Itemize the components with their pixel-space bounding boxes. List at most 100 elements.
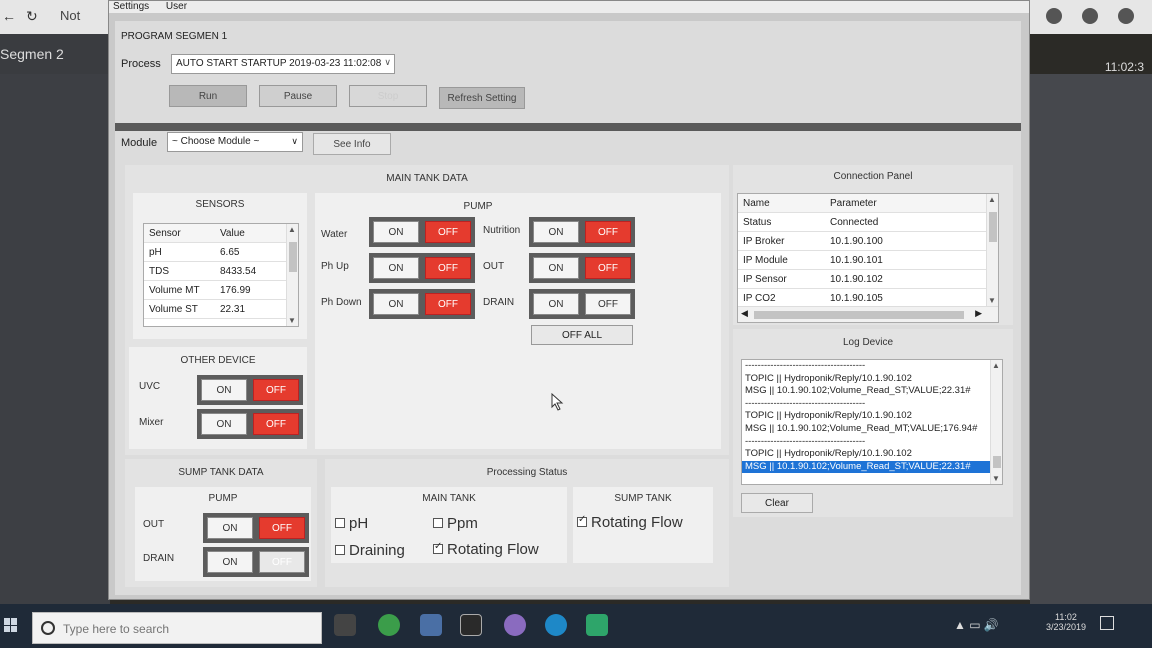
sump-rotating-flow-label: Rotating Flow xyxy=(591,514,683,531)
mixer-off-button[interactable]: OFF xyxy=(253,413,299,435)
uvc-off-button[interactable]: OFF xyxy=(253,379,299,401)
header-sensor: Sensor xyxy=(149,227,181,239)
water-on-button[interactable]: ON xyxy=(373,221,419,243)
ppm-checkbox[interactable]: Ppm xyxy=(433,515,478,532)
background-clock: 11:02:3 xyxy=(1104,60,1144,74)
scroll-thumb[interactable] xyxy=(289,242,297,272)
sump-drain-on-button[interactable]: ON xyxy=(207,551,253,573)
param-value: 10.1.90.100 xyxy=(830,235,883,247)
param-value: 10.1.90.101 xyxy=(830,254,883,266)
sensors-table[interactable]: Sensor Value pH 6.65 TDS 8433.54 Volume MT… xyxy=(143,223,299,327)
scroll-thumb[interactable] xyxy=(754,311,964,319)
search-input[interactable] xyxy=(63,620,303,638)
pause-button[interactable]: Pause xyxy=(259,85,337,107)
refresh-setting-button[interactable]: Refresh Setting xyxy=(439,87,525,109)
sensors-scrollbar[interactable]: ▲ ▼ xyxy=(286,224,298,326)
drain-on-button[interactable]: ON xyxy=(533,293,579,315)
sump-drain-off-button[interactable]: OFF xyxy=(259,551,305,573)
scroll-up-icon[interactable]: ▲ xyxy=(988,195,996,204)
run-button[interactable]: Run xyxy=(169,85,247,107)
sump-out-off-button[interactable]: OFF xyxy=(259,517,305,539)
menu-bar: Settings User xyxy=(109,1,1029,13)
out-off-button[interactable]: OFF xyxy=(585,257,631,279)
scroll-down-icon[interactable]: ▼ xyxy=(288,316,296,325)
scroll-down-icon[interactable]: ▼ xyxy=(992,474,1000,483)
log-line: -------------------------------------- xyxy=(745,360,866,371)
scroll-thumb[interactable] xyxy=(989,212,997,242)
out-on-button[interactable]: ON xyxy=(533,257,579,279)
menu-user[interactable]: User xyxy=(166,1,187,12)
log-list[interactable]: -------------------------------------- T… xyxy=(741,359,1003,485)
scroll-thumb[interactable] xyxy=(993,456,1001,468)
log-line-selected[interactable]: MSG || 10.1.90.102;Volume_Read_ST;VALUE;… xyxy=(742,460,1002,474)
sump-drain-toggle: ON OFF xyxy=(203,547,309,577)
taskbar-clock[interactable]: 11:02 3/23/2019 xyxy=(1046,612,1086,632)
log-line: -------------------------------------- xyxy=(745,397,866,409)
main-tank-title: MAIN TANK DATA xyxy=(386,173,468,184)
teamviewer-icon[interactable] xyxy=(545,614,567,636)
scroll-up-icon[interactable]: ▲ xyxy=(992,361,1000,370)
taskbar-search[interactable] xyxy=(32,612,322,644)
sump-out-on-button[interactable]: ON xyxy=(207,517,253,539)
ph-up-off-button[interactable]: OFF xyxy=(425,257,471,279)
ph-checkbox[interactable]: pH xyxy=(335,515,368,532)
connection-hscrollbar[interactable]: ◀ ▶ xyxy=(738,306,998,322)
ph-up-on-button[interactable]: ON xyxy=(373,257,419,279)
log-title: Log Device xyxy=(842,337,894,348)
background-left xyxy=(0,74,110,604)
scroll-down-icon[interactable]: ▼ xyxy=(988,296,996,305)
main-rotating-flow-label: Rotating Flow xyxy=(447,541,539,558)
checkbox-box xyxy=(335,518,345,528)
checkbox-checked xyxy=(577,514,587,527)
connection-table[interactable]: Name Parameter Status Connected IP Broker… xyxy=(737,193,999,323)
system-tray-icons[interactable]: ▲ ▭ 🔊 xyxy=(954,618,999,632)
profile-icon[interactable] xyxy=(1082,8,1098,24)
processing-status-panel: Processing Status MAIN TANK pH Ppm Drain… xyxy=(325,459,729,587)
scroll-left-icon[interactable]: ◀ xyxy=(741,308,748,319)
ph-down-on-button[interactable]: ON xyxy=(373,293,419,315)
stop-button[interactable]: Stop xyxy=(349,85,427,107)
draining-checkbox[interactable]: Draining xyxy=(335,542,405,559)
mixer-label: Mixer xyxy=(139,417,164,428)
off-all-button[interactable]: OFF ALL xyxy=(531,325,633,345)
windows-start-icon[interactable] xyxy=(4,618,18,632)
site-info-label[interactable]: Not xyxy=(60,8,80,23)
uvc-on-button[interactable]: ON xyxy=(201,379,247,401)
nutrition-off-button[interactable]: OFF xyxy=(585,221,631,243)
menu-settings[interactable]: Settings xyxy=(113,1,149,12)
drain-off-button[interactable]: OFF xyxy=(585,293,631,315)
process-select[interactable]: AUTO START STARTUP 2019-03-23 11:02:08 ∨ xyxy=(171,54,395,74)
terminal-icon[interactable] xyxy=(460,614,482,636)
sump-rotating-flow-checkbox[interactable]: Rotating Flow xyxy=(577,514,683,531)
see-info-button[interactable]: See Info xyxy=(313,133,391,155)
reload-icon[interactable]: ↻ xyxy=(26,8,38,25)
clear-log-button[interactable]: Clear xyxy=(741,493,813,513)
water-off-button[interactable]: OFF xyxy=(425,221,471,243)
browser-tab[interactable]: Segmen 2 xyxy=(0,34,110,74)
sensor-name: Volume ST xyxy=(149,303,198,315)
explorer-icon[interactable] xyxy=(420,614,442,636)
scroll-up-icon[interactable]: ▲ xyxy=(288,225,296,234)
sump-tank-status-title: SUMP TANK xyxy=(614,493,672,504)
task-view-icon[interactable] xyxy=(334,614,356,636)
header-name: Name xyxy=(743,197,770,209)
main-rotating-flow-checkbox[interactable]: Rotating Flow xyxy=(433,541,539,558)
sump-out-label: OUT xyxy=(143,519,165,530)
mixer-on-button[interactable]: ON xyxy=(201,413,247,435)
connection-vscrollbar[interactable]: ▲ ▼ xyxy=(986,194,998,306)
program-panel: PROGRAM SEGMEN 1 Process AUTO START STAR… xyxy=(115,21,1021,595)
sump-pump-card: PUMP OUT ON OFF DRAIN ON OFF xyxy=(135,487,311,581)
extension-icon[interactable] xyxy=(1046,8,1062,24)
param-name: IP Module xyxy=(743,254,788,266)
ph-down-off-button[interactable]: OFF xyxy=(425,293,471,315)
notification-icon[interactable] xyxy=(1100,616,1114,630)
pycharm-icon[interactable] xyxy=(586,614,608,636)
nutrition-on-button[interactable]: ON xyxy=(533,221,579,243)
back-arrow-icon[interactable]: ← xyxy=(2,8,16,24)
module-select[interactable]: ~ Choose Module ~ ∨ xyxy=(167,132,303,152)
menu-icon[interactable] xyxy=(1118,8,1134,24)
app-icon[interactable] xyxy=(504,614,526,636)
log-scrollbar[interactable]: ▲ ▼ xyxy=(990,360,1002,484)
scroll-right-icon[interactable]: ▶ xyxy=(975,308,982,319)
chrome-icon[interactable] xyxy=(378,614,400,636)
